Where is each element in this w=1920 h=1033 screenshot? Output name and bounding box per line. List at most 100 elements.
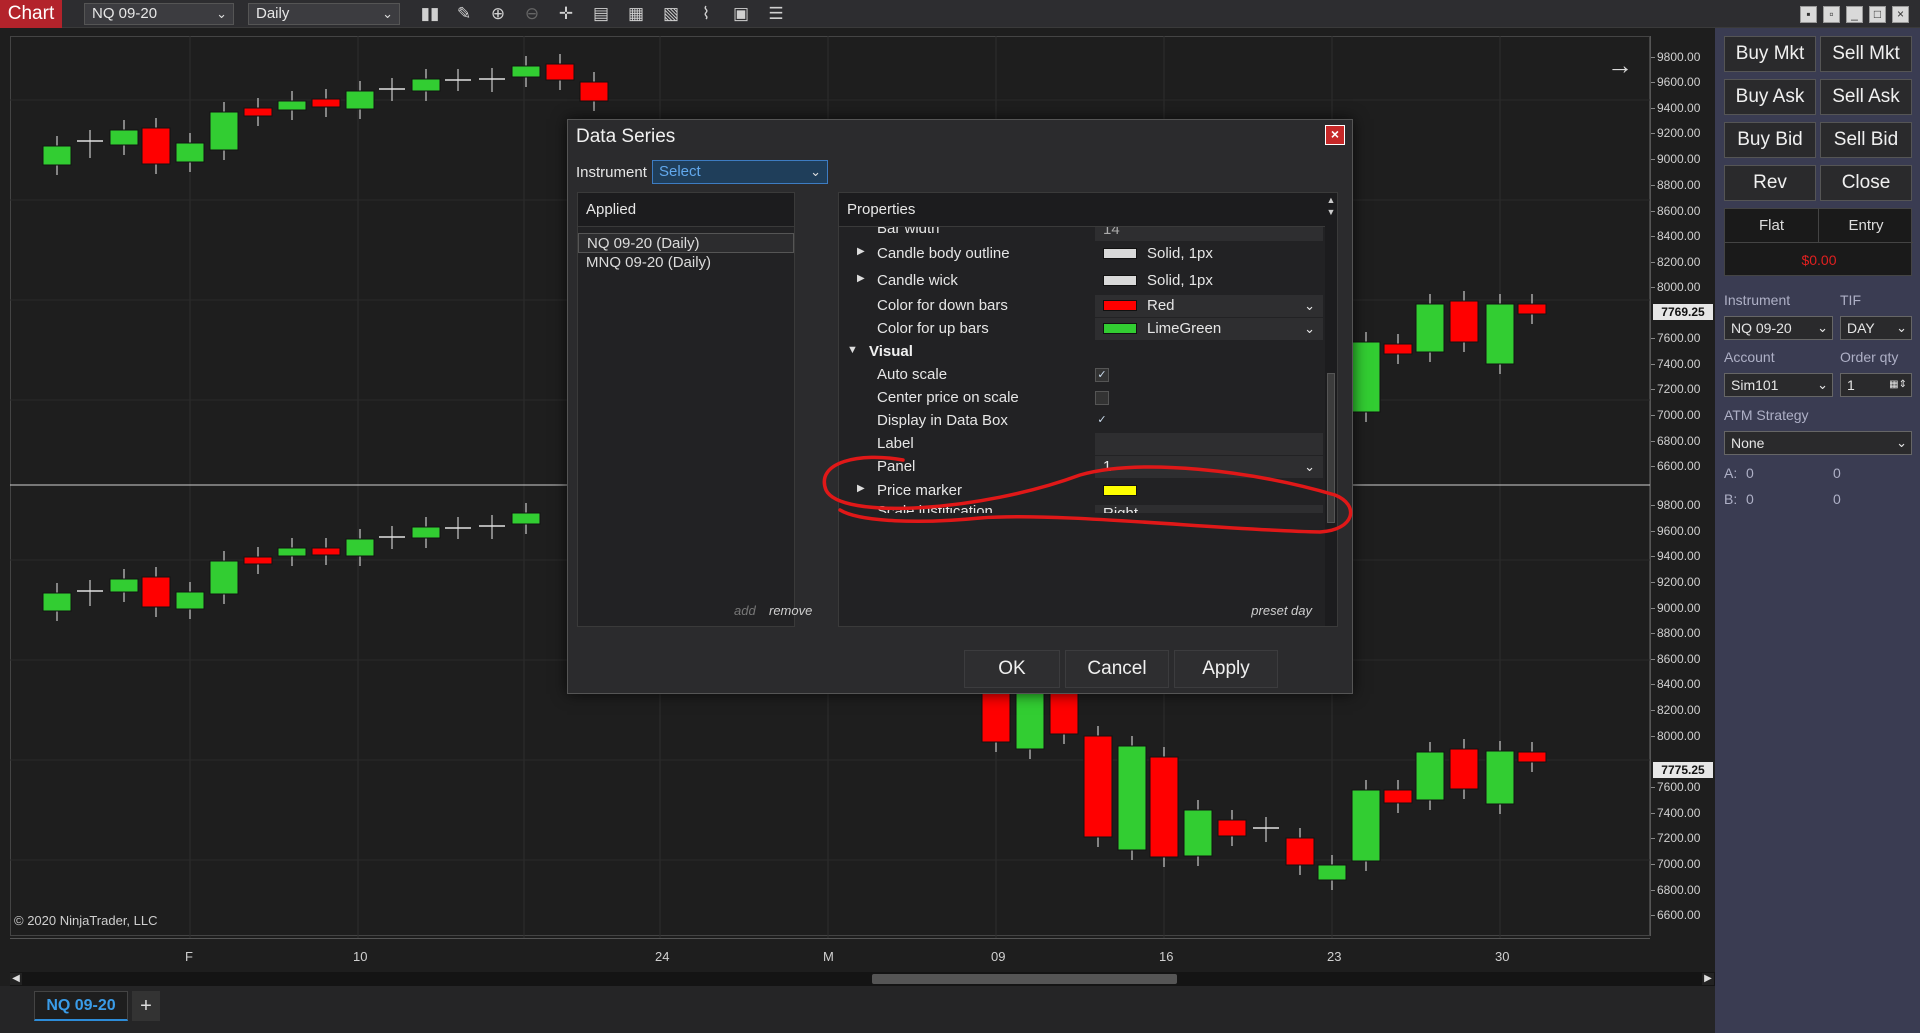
property-bar-width[interactable]: Bar width 14	[839, 227, 1325, 241]
list-item[interactable]: MNQ 09-20 (Daily)	[578, 253, 794, 273]
property-value[interactable]: 14	[1095, 227, 1323, 241]
minimize-icon[interactable]: _	[1846, 6, 1863, 23]
property-value[interactable]: Solid, 1px	[1095, 243, 1323, 265]
candle-body	[411, 78, 441, 92]
buy-bid-button[interactable]: Buy Bid	[1724, 122, 1816, 158]
data-box-checkbox[interactable]: ✓	[1095, 414, 1109, 428]
restore-icon[interactable]: ▫	[1823, 6, 1840, 23]
maximize-icon[interactable]: □	[1869, 6, 1886, 23]
candle-body	[345, 90, 375, 110]
scroll-thumb[interactable]	[1327, 373, 1335, 523]
tile-icon[interactable]: ▪	[1800, 6, 1817, 23]
property-scale-justification[interactable]: Scale justification Right ⌄	[839, 505, 1325, 513]
property-name: Label	[877, 435, 914, 452]
tif-label: TIF	[1840, 292, 1861, 308]
close-icon[interactable]: ×	[1325, 125, 1345, 145]
property-candle-wick[interactable]: ▶ Candle wick Solid, 1px	[839, 270, 1325, 293]
candle-body	[1517, 751, 1547, 763]
candle-body	[545, 63, 575, 81]
color-select[interactable]: LimeGreen ⌄	[1095, 318, 1323, 340]
property-price-marker[interactable]: ▶ Price marker	[839, 480, 1325, 503]
color-select[interactable]: Red ⌄	[1095, 295, 1323, 317]
cancel-button[interactable]: Cancel	[1065, 650, 1169, 688]
candle-body	[1485, 750, 1515, 805]
sell-ask-button[interactable]: Sell Ask	[1820, 79, 1912, 115]
order-instrument-select[interactable]: NQ 09-20 ⌄	[1724, 316, 1833, 340]
expand-icon[interactable]: ▶	[857, 483, 865, 494]
buy-mkt-button[interactable]: Buy Mkt	[1724, 36, 1816, 72]
sell-bid-button[interactable]: Sell Bid	[1820, 122, 1912, 158]
price-axis[interactable]: 7769.25 7775.25 9800.00 9600.00 9400.00 920…	[1650, 36, 1715, 936]
property-name: Auto scale	[877, 366, 948, 383]
scroll-thumb[interactable]	[872, 974, 1177, 984]
chart-scrollbar[interactable]: ◀ ▶	[10, 972, 1715, 986]
property-label[interactable]: Label	[839, 433, 1325, 456]
atm-strategy-select[interactable]: None ⌄	[1724, 431, 1912, 455]
properties-scrollbar[interactable]: ▲ ▼	[1325, 193, 1337, 626]
expand-icon[interactable]: ▶	[857, 246, 865, 257]
dialog-instrument-label: Instrument	[576, 164, 647, 181]
property-color-down-bars[interactable]: Color for down bars Red ⌄	[839, 295, 1325, 318]
candle-body	[1351, 341, 1381, 413]
property-name: Scale justification	[877, 505, 993, 513]
property-center-price[interactable]: Center price on scale	[839, 387, 1325, 410]
price-tick: 8600.00	[1650, 204, 1701, 218]
remove-link[interactable]: remove	[769, 603, 812, 618]
scroll-down-icon[interactable]: ▼	[1325, 207, 1337, 217]
dialog-instrument-select[interactable]: Select ⌄	[652, 160, 828, 184]
qty-stepper-icon[interactable]: ▦⇕	[1889, 374, 1907, 396]
scroll-right-icon[interactable]: ▶	[1702, 973, 1714, 985]
candle-body	[277, 100, 307, 111]
arrow-right-icon[interactable]: →	[1607, 50, 1633, 81]
label-input[interactable]	[1095, 433, 1323, 455]
sell-mkt-button[interactable]: Sell Mkt	[1820, 36, 1912, 72]
time-axis[interactable]: F 10 24 M 09 16 23 30	[10, 938, 1650, 972]
tab-nq-09-20[interactable]: NQ 09-20	[34, 991, 128, 1021]
ok-button[interactable]: OK	[964, 650, 1060, 688]
price-tick: 8000.00	[1650, 280, 1701, 294]
property-auto-scale[interactable]: Auto scale ✓	[839, 364, 1325, 387]
center-price-checkbox[interactable]	[1095, 391, 1109, 405]
a-label: A:	[1724, 465, 1738, 481]
price-tick: 8400.00	[1650, 677, 1701, 691]
list-item[interactable]: NQ 09-20 (Daily)	[578, 233, 794, 253]
category-visual[interactable]: ▼ Visual	[839, 341, 1325, 364]
auto-scale-checkbox[interactable]: ✓	[1095, 368, 1109, 382]
price-marker-value[interactable]	[1095, 480, 1323, 502]
close-icon[interactable]: ×	[1892, 6, 1909, 23]
b-label: B:	[1724, 491, 1738, 507]
reverse-button[interactable]: Rev	[1724, 165, 1816, 201]
close-position-button[interactable]: Close	[1820, 165, 1912, 201]
add-link[interactable]: add	[734, 603, 756, 618]
position-display: Flat Entry $0.00	[1724, 208, 1913, 276]
bar-width-value: 14	[1103, 227, 1120, 238]
scale-justification-select[interactable]: Right ⌄	[1095, 505, 1323, 513]
apply-button[interactable]: Apply	[1174, 650, 1278, 688]
collapse-icon[interactable]: ▼	[847, 344, 858, 356]
order-qty-value: 1	[1847, 377, 1855, 393]
property-candle-body-outline[interactable]: ▶ Candle body outline Solid, 1px	[839, 243, 1325, 266]
price-tick: 8200.00	[1650, 703, 1701, 717]
scroll-left-icon[interactable]: ◀	[10, 973, 22, 985]
chart-tab-bar: NQ 09-20 +	[0, 986, 1715, 1033]
price-tick: 6600.00	[1650, 459, 1701, 473]
expand-icon[interactable]: ▶	[857, 273, 865, 284]
candle-body	[511, 512, 541, 525]
time-tick: 16	[1159, 949, 1174, 964]
account-select[interactable]: Sim101 ⌄	[1724, 373, 1833, 397]
price-tick: 8800.00	[1650, 178, 1701, 192]
property-panel[interactable]: Panel 1 ⌄	[839, 456, 1325, 479]
scroll-up-icon[interactable]: ▲	[1325, 195, 1337, 205]
order-qty-stepper[interactable]: 1 ▦⇕	[1840, 373, 1912, 397]
panel-select[interactable]: 1 ⌄	[1095, 456, 1323, 478]
add-tab-button[interactable]: +	[132, 991, 160, 1021]
buy-ask-button[interactable]: Buy Ask	[1724, 79, 1816, 115]
time-tick: 10	[353, 949, 368, 964]
property-color-up-bars[interactable]: Color for up bars LimeGreen ⌄	[839, 318, 1325, 341]
copyright-text: © 2020 NinjaTrader, LLC	[14, 913, 158, 928]
property-value[interactable]: Solid, 1px	[1095, 270, 1323, 292]
property-display-data-box[interactable]: Display in Data Box ✓	[839, 410, 1325, 433]
preset-link[interactable]: preset day	[1251, 603, 1312, 618]
price-tick: 8800.00	[1650, 626, 1701, 640]
tif-select[interactable]: DAY ⌄	[1840, 316, 1912, 340]
